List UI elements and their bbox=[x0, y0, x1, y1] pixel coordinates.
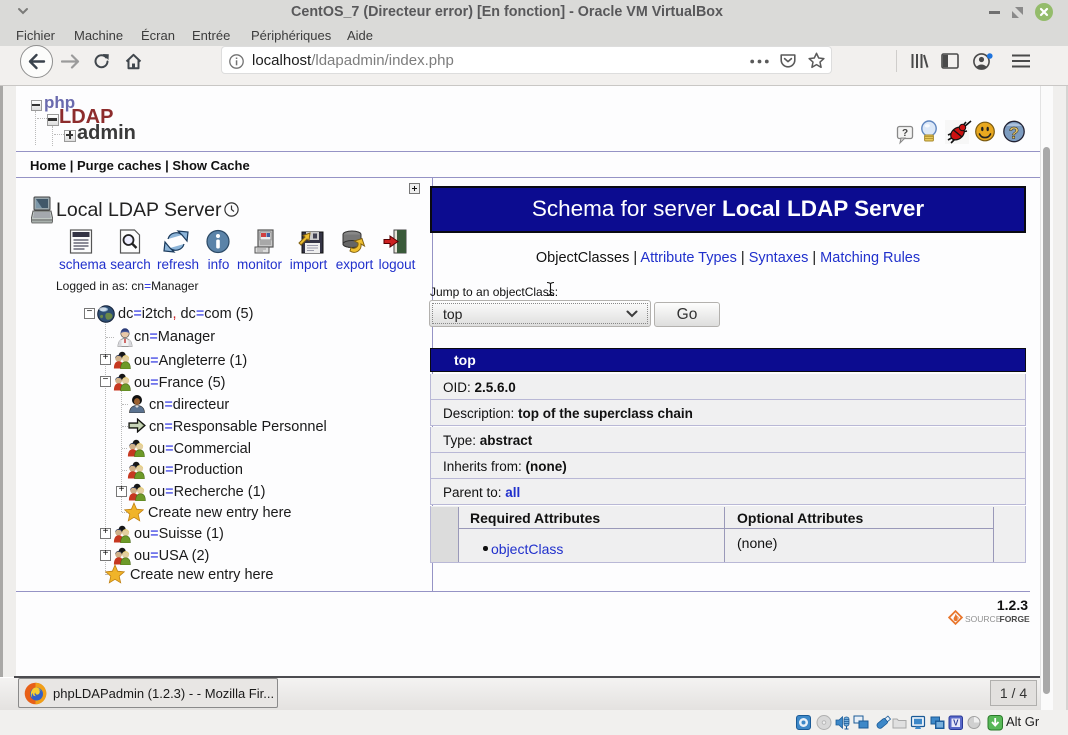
svg-text:?: ? bbox=[1009, 124, 1019, 143]
svg-text:?: ? bbox=[902, 128, 908, 139]
svg-text:V: V bbox=[953, 719, 959, 728]
svg-text:SOURCE: SOURCE bbox=[965, 614, 1002, 624]
svg-text:FORGE: FORGE bbox=[1000, 614, 1031, 624]
